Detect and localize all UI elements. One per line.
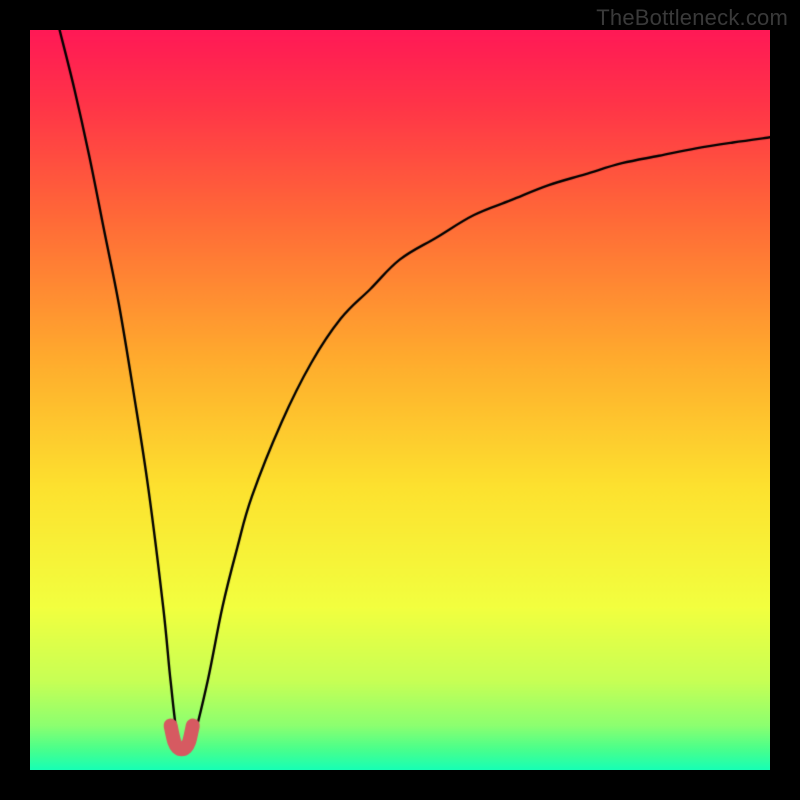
bottleneck-curve <box>30 30 770 770</box>
watermark-label: TheBottleneck.com <box>596 5 788 31</box>
plot-area <box>30 30 770 770</box>
